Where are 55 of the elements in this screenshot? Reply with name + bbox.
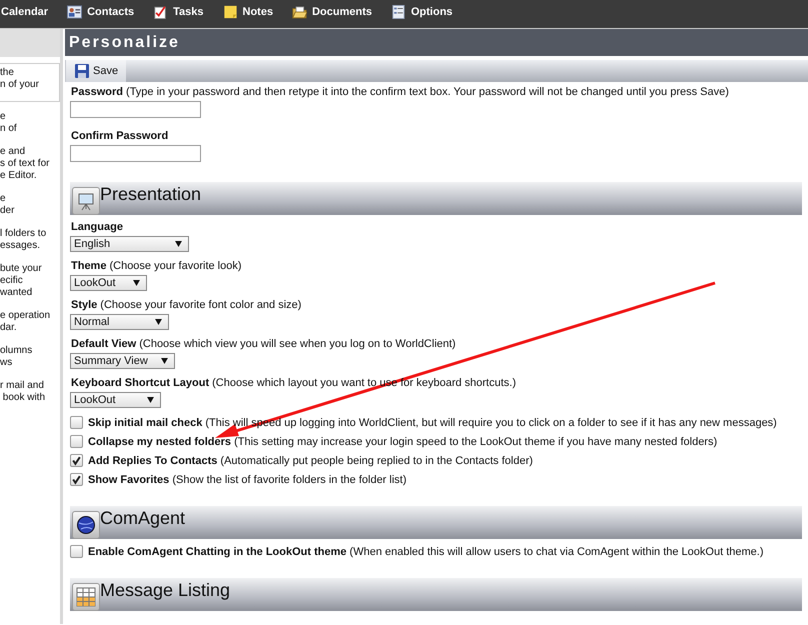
sidebar-item[interactable]: olumns ws [0, 343, 60, 371]
sidebar-item[interactable]: the n of your [0, 63, 60, 102]
option-label: Show Favorites (Show the list of favorite folders in the folder list) [88, 474, 407, 486]
sidebar-item[interactable]: r mail and book with [0, 378, 60, 406]
grid-icon [76, 587, 96, 607]
sidebar-item[interactable]: e operation dar. [0, 308, 60, 336]
dropdown[interactable]: Summary View [70, 353, 175, 369]
checklist-icon [153, 5, 168, 19]
option-label: Add Replies To Contacts (Automatically put people being replied to in the Contacts folder) [88, 454, 533, 466]
section-title: Presentation [100, 184, 202, 205]
dropdown[interactable]: Normal [70, 314, 169, 330]
nav-link[interactable]: Calendar [1, 6, 48, 18]
save-button[interactable]: Save [65, 60, 126, 82]
globe-icon [76, 515, 96, 535]
checkbox[interactable] [70, 454, 83, 467]
caret-icon [175, 241, 182, 247]
dropdown[interactable]: LookOut [70, 392, 161, 408]
easel-icon [76, 191, 96, 211]
field-label: Theme (Choose your favorite look) [71, 260, 243, 272]
section-title: Message Listing [100, 580, 230, 601]
sidebar-item[interactable]: bute your ecific wanted [0, 261, 60, 301]
field-label: Confirm Password [71, 130, 170, 142]
checkbox[interactable] [70, 435, 83, 448]
contact-card-icon [67, 5, 82, 19]
caret-icon [147, 397, 154, 403]
caret-icon [155, 319, 162, 325]
nav-link[interactable]: Options [390, 5, 453, 19]
checkbox[interactable] [70, 545, 83, 558]
checkbox[interactable] [70, 473, 83, 486]
nav-link[interactable]: Tasks [153, 5, 204, 19]
nav-link[interactable]: Notes [222, 5, 274, 19]
sidebar-item[interactable]: e der [0, 191, 60, 219]
field-label: Language [71, 221, 124, 233]
caret-icon [133, 280, 140, 286]
field-label: Default View (Choose which view you will see when you log on to WorldClient) [71, 338, 457, 350]
sidebar-item[interactable]: l folders to essages. [0, 226, 60, 254]
sidebar-item[interactable]: e n of [0, 109, 60, 137]
dropdown[interactable]: English [70, 236, 189, 252]
checkbox[interactable] [70, 416, 83, 429]
field-label: Password (Type in your password and then retype it into the confirm text box. Your password will not be changed until you press Save) [71, 86, 730, 98]
section-title: ComAgent [100, 508, 186, 529]
list-icon [390, 5, 406, 19]
field-label: Style (Choose your favorite font color and size) [71, 299, 302, 311]
note-icon [222, 5, 238, 19]
password-field[interactable] [70, 101, 201, 118]
confirm-password-field[interactable] [70, 145, 201, 162]
sidebar-item[interactable]: e and s of text for e Editor. [0, 144, 60, 184]
caret-icon [161, 358, 168, 364]
dropdown[interactable]: LookOut [70, 275, 147, 291]
option-label: Collapse my nested folders (This setting may increase your login speed to the LookOut theme if you have many nested folders) [88, 436, 718, 448]
nav-link[interactable]: Documents [292, 5, 372, 19]
page-title: Personalize [65, 29, 808, 56]
nav-link[interactable]: Contacts [67, 5, 134, 19]
option-label: Enable ComAgent Chatting in the LookOut theme (When enabled this will allow users to chat via ComAgent within the LookOut theme.) [88, 546, 764, 558]
folder-icon [292, 5, 308, 19]
